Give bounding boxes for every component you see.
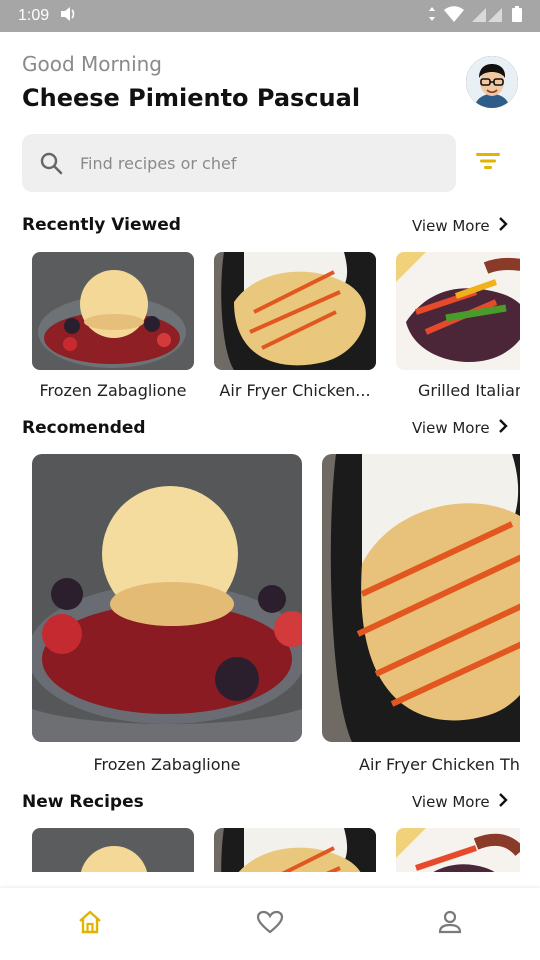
recently-viewed-title: Recently Viewed — [22, 215, 181, 235]
heart-icon — [256, 910, 284, 938]
recipe-card-image[interactable] — [32, 454, 302, 742]
new-recipes-view-more[interactable]: View More — [412, 792, 508, 812]
recipe-card-image[interactable] — [322, 454, 520, 742]
home-icon — [77, 910, 103, 938]
nav-profile[interactable] — [360, 888, 540, 960]
profile-icon — [438, 910, 462, 938]
search-icon — [22, 151, 80, 175]
view-more-label: View More — [412, 793, 490, 811]
recipe-card-image[interactable] — [32, 252, 194, 370]
nav-home[interactable] — [0, 888, 180, 960]
recipe-card-image[interactable] — [214, 828, 376, 872]
bottom-nav — [0, 888, 540, 960]
recommended-title: Recomended — [22, 418, 146, 438]
recipe-card-image[interactable] — [32, 828, 194, 872]
recipe-card-image[interactable] — [396, 828, 520, 872]
recipe-card-title: Air Fryer Chicken Th — [359, 755, 520, 774]
user-name: Cheese Pimiento Pascual — [22, 84, 361, 112]
recipe-card-title: Frozen Zabaglione — [39, 381, 187, 400]
nav-favorites[interactable] — [180, 888, 360, 960]
volume-icon — [59, 6, 77, 26]
recipe-card-title: Frozen Zabaglione — [93, 755, 241, 774]
status-time: 1:09 — [18, 7, 50, 24]
chevron-right-icon — [498, 792, 508, 812]
new-recipes-title: New Recipes — [22, 792, 144, 812]
greeting-text: Good Morning — [22, 52, 162, 76]
